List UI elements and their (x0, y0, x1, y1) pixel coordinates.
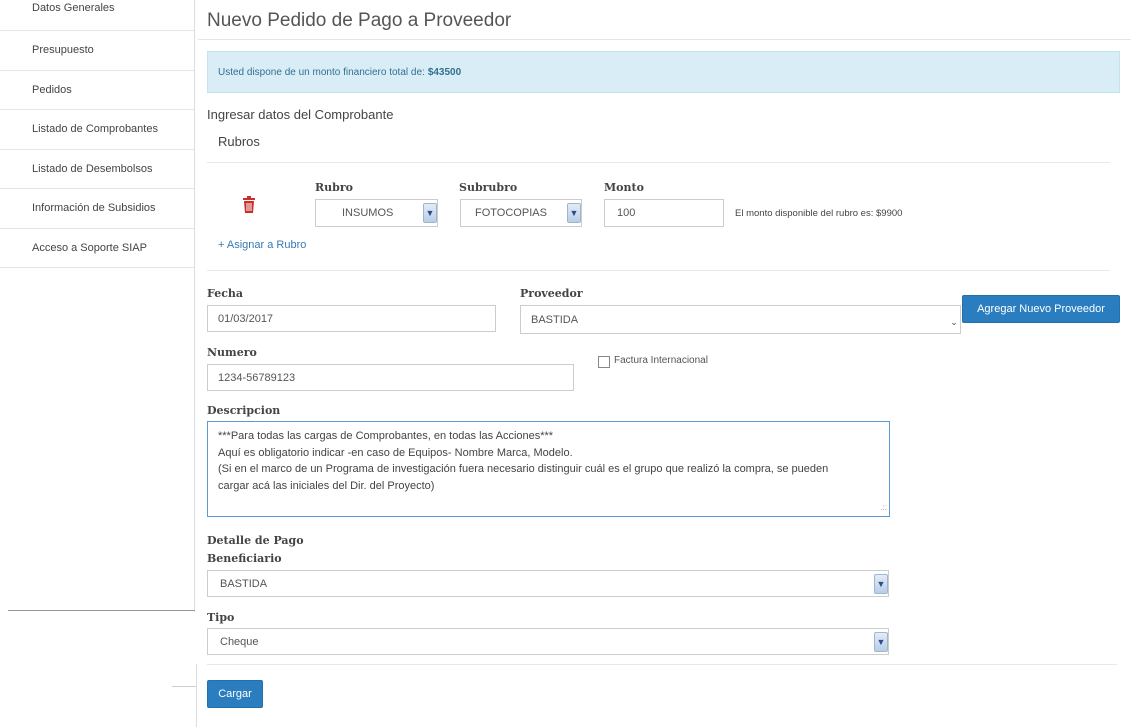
sidebar-item-listado-comprobantes[interactable]: Listado de Comprobantes (0, 110, 194, 150)
factura-internacional-checkbox[interactable] (598, 356, 610, 368)
resize-grip-icon[interactable]: .:: (880, 502, 887, 514)
fecha-label: Fecha (207, 287, 244, 300)
divider (207, 270, 1110, 271)
sidebar-item-listado-desembolsos[interactable]: Listado de Desembolsos (0, 150, 194, 189)
descripcion-line: ***Para todas las cargas de Comprobantes… (218, 430, 554, 442)
rubro-select[interactable]: INSUMOS ▼ (315, 199, 438, 227)
beneficiario-select[interactable]: BASTIDA ▼ (207, 570, 889, 597)
proveedor-select[interactable]: BASTIDA ⌄ (520, 305, 961, 334)
descripcion-line: (Si en el marco de un Programa de invest… (218, 463, 829, 475)
sidebar-item-datos-generales[interactable]: Datos Generales (0, 0, 194, 31)
numero-input[interactable]: 1234-56789123 (207, 364, 574, 391)
info-alert: Usted dispone de un monto financiero tot… (207, 51, 1120, 93)
section-heading-rubros: Rubros (218, 134, 260, 149)
subrubro-select[interactable]: FOTOCOPIAS ▼ (460, 199, 582, 227)
rubro-label: Rubro (315, 181, 353, 194)
descripcion-line: Aquí es obligatorio indicar -en caso de … (218, 446, 573, 459)
chevron-down-icon: ▼ (874, 574, 888, 594)
proveedor-label: Proveedor (520, 287, 583, 300)
sidebar-item-presupuesto[interactable]: Presupuesto (0, 31, 194, 71)
chevron-down-icon: ▼ (567, 203, 581, 223)
sidebar-nav: Datos Generales Presupuesto Pedidos List… (0, 0, 195, 612)
chevron-down-icon: ⌄ (950, 316, 958, 327)
tipo-label: Tipo (207, 611, 235, 624)
subrubro-select-value: FOTOCOPIAS (475, 207, 547, 219)
sidebar-divider (8, 610, 195, 611)
alert-text: Usted dispone de un monto financiero tot… (218, 66, 425, 78)
subrubro-label: Subrubro (459, 181, 518, 194)
divider (207, 664, 1117, 665)
descripcion-label: Descripcion (207, 404, 281, 417)
tipo-select[interactable]: Cheque ▼ (207, 628, 889, 655)
monto-disponible-hint: El monto disponible del rubro es: $9900 (735, 208, 903, 219)
divider (196, 664, 197, 727)
alert-amount: $43500 (427, 66, 462, 78)
beneficiario-select-value: BASTIDA (220, 577, 268, 590)
tipo-select-value: Cheque (220, 635, 259, 648)
beneficiario-label: Beneficiario (207, 552, 282, 565)
detalle-pago-label: Detalle de Pago (207, 534, 304, 547)
sidebar-item-soporte-siap[interactable]: Acceso a Soporte SIAP (0, 229, 194, 268)
factura-internacional-label: Factura Internacional (614, 355, 708, 366)
fecha-input[interactable]: 01/03/2017 (207, 305, 496, 332)
cargar-button[interactable]: Cargar (207, 680, 263, 708)
divider (172, 686, 196, 687)
assign-rubro-link[interactable]: + Asignar a Rubro (218, 239, 306, 251)
monto-label: Monto (604, 181, 644, 194)
page-title: Nuevo Pedido de Pago a Proveedor (207, 10, 512, 31)
sidebar-item-informacion-subsidios[interactable]: Información de Subsidios (0, 189, 194, 229)
descripcion-textarea[interactable]: ***Para todas las cargas de Comprobantes… (207, 421, 890, 517)
monto-input[interactable]: 100 (604, 199, 724, 227)
add-proveedor-button[interactable]: Agregar Nuevo Proveedor (962, 295, 1120, 323)
numero-label: Numero (207, 346, 257, 359)
section-heading-comprobante: Ingresar datos del Comprobante (207, 107, 394, 122)
rubro-select-value: INSUMOS (342, 207, 394, 219)
chevron-down-icon: ▼ (874, 632, 888, 652)
sidebar-item-pedidos[interactable]: Pedidos (0, 71, 194, 110)
proveedor-select-value: BASTIDA (531, 313, 579, 326)
descripcion-line: cargar acá las iniciales del Dir. del Pr… (218, 479, 435, 492)
divider (207, 162, 1110, 163)
title-divider (198, 39, 1131, 40)
trash-icon[interactable] (242, 196, 256, 214)
chevron-down-icon: ▼ (423, 203, 437, 223)
